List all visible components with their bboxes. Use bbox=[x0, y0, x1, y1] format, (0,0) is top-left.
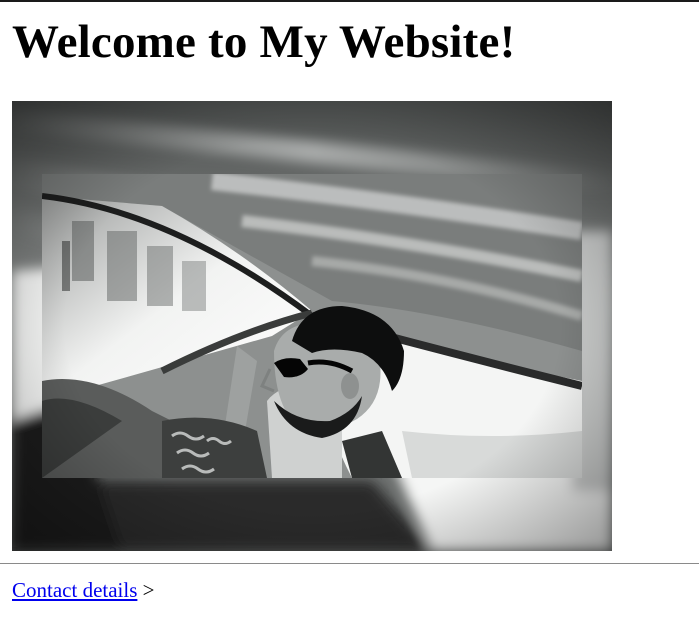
top-border bbox=[0, 0, 699, 2]
profile-photo bbox=[12, 101, 612, 551]
contact-details-link[interactable]: Contact details bbox=[12, 578, 137, 602]
footer-nav: Contact details > bbox=[12, 577, 154, 603]
page-title: Welcome to My Website! bbox=[12, 16, 516, 68]
contact-link-suffix: > bbox=[142, 578, 155, 602]
horizontal-divider bbox=[0, 563, 699, 564]
